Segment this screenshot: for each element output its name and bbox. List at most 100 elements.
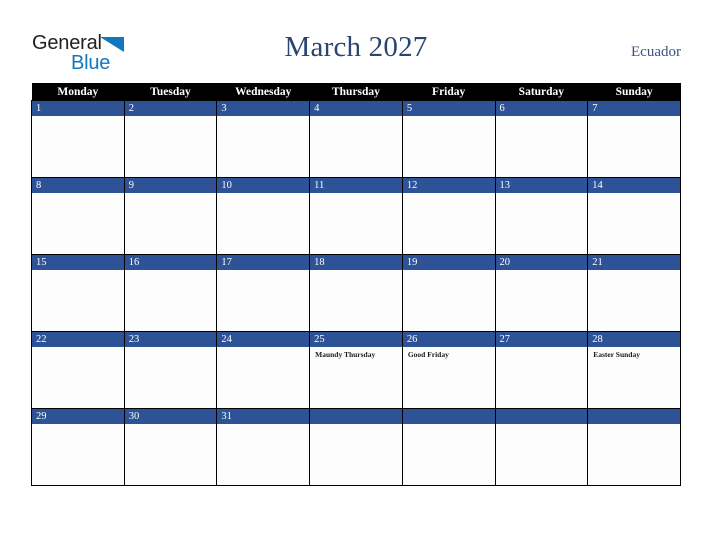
day-cell-content: 21 bbox=[588, 255, 680, 331]
day-number: 20 bbox=[495, 255, 588, 270]
day-number: 17 bbox=[217, 255, 310, 270]
day-number: 18 bbox=[310, 255, 402, 270]
day-cell-content bbox=[588, 409, 680, 485]
day-cell-content: 4 bbox=[310, 101, 402, 177]
calendar-week-row: 1234567 bbox=[31, 100, 681, 178]
calendar-day-cell[interactable]: 18 bbox=[309, 254, 403, 332]
day-cell-content: 22 bbox=[32, 332, 124, 408]
calendar-day-cell[interactable]: 22 bbox=[31, 331, 125, 409]
calendar-day-cell[interactable]: 9 bbox=[123, 177, 218, 255]
day-number: 6 bbox=[495, 101, 588, 116]
calendar-day-cell[interactable] bbox=[494, 408, 589, 486]
day-number: 13 bbox=[495, 178, 588, 193]
weekday-header-saturday: Saturday bbox=[495, 83, 588, 101]
weekday-header-wednesday: Wednesday bbox=[216, 83, 310, 101]
weekday-header-sunday: Sunday bbox=[587, 83, 681, 101]
day-cell-content: 9 bbox=[124, 178, 217, 254]
day-number: 22 bbox=[32, 332, 124, 347]
day-number: 16 bbox=[124, 255, 217, 270]
day-cell-content: 7 bbox=[588, 101, 680, 177]
calendar-day-cell[interactable]: 19 bbox=[401, 254, 496, 332]
calendar-day-cell[interactable]: 8 bbox=[31, 177, 125, 255]
day-cell-content bbox=[310, 409, 402, 485]
day-cell-content: 24 bbox=[217, 332, 310, 408]
calendar-day-cell[interactable]: 20 bbox=[494, 254, 589, 332]
calendar-day-cell[interactable]: 15 bbox=[31, 254, 125, 332]
calendar-day-cell[interactable]: 30 bbox=[123, 408, 218, 486]
calendar-page: General Blue March 2027 Ecuador Monday T… bbox=[0, 0, 712, 550]
calendar-day-cell[interactable]: 26 Good Friday bbox=[401, 331, 496, 409]
calendar-day-cell[interactable]: 4 bbox=[309, 100, 403, 178]
calendar-day-cell[interactable] bbox=[587, 408, 681, 486]
calendar-day-cell[interactable]: 31 bbox=[216, 408, 311, 486]
day-number: 14 bbox=[588, 178, 680, 193]
weekday-header-monday: Monday bbox=[31, 83, 125, 101]
day-cell-content: 17 bbox=[217, 255, 310, 331]
calendar-day-cell[interactable]: 13 bbox=[494, 177, 589, 255]
day-number: 21 bbox=[588, 255, 680, 270]
day-number bbox=[310, 409, 402, 424]
calendar-day-cell[interactable]: 11 bbox=[309, 177, 403, 255]
calendar-day-cell[interactable]: 21 bbox=[587, 254, 681, 332]
calendar-day-cell[interactable]: 29 bbox=[31, 408, 125, 486]
day-number: 15 bbox=[32, 255, 124, 270]
calendar-day-cell[interactable]: 10 bbox=[216, 177, 311, 255]
weekday-header-friday: Friday bbox=[402, 83, 496, 101]
day-number: 12 bbox=[402, 178, 495, 193]
day-number bbox=[402, 409, 495, 424]
calendar-week-row: 29 30 31 bbox=[31, 408, 681, 486]
day-cell-content: 13 bbox=[495, 178, 588, 254]
day-cell-content bbox=[495, 409, 588, 485]
calendar-day-cell[interactable] bbox=[309, 408, 403, 486]
day-number bbox=[588, 409, 680, 424]
calendar-day-cell[interactable]: 27 bbox=[494, 331, 589, 409]
day-number: 7 bbox=[588, 101, 680, 116]
day-number: 26 bbox=[402, 332, 495, 347]
day-cell-content: 26 Good Friday bbox=[402, 332, 495, 408]
day-cell-content bbox=[402, 409, 495, 485]
calendar-day-cell[interactable]: 5 bbox=[401, 100, 496, 178]
day-cell-content: 25 Maundy Thursday bbox=[310, 332, 402, 408]
calendar-day-cell[interactable]: 3 bbox=[216, 100, 311, 178]
day-events: Easter Sunday bbox=[588, 347, 680, 360]
country-label: Ecuador bbox=[631, 44, 681, 60]
calendar-body: 1 2 3 4 5 6 7 8 9 10 11 12 13 14 15 16 17 18 19 20 21 22 23 24 2… bbox=[31, 100, 681, 486]
day-number: 24 bbox=[217, 332, 310, 347]
day-number: 8 bbox=[32, 178, 124, 193]
day-events: Maundy Thursday bbox=[310, 347, 402, 360]
calendar-day-cell[interactable]: 24 bbox=[216, 331, 311, 409]
calendar-day-cell[interactable]: 23 bbox=[123, 331, 218, 409]
calendar-day-cell[interactable]: 25 Maundy Thursday bbox=[309, 331, 403, 409]
day-cell-content: 29 bbox=[32, 409, 124, 485]
calendar-day-cell[interactable]: 28 Easter Sunday bbox=[587, 331, 681, 409]
calendar-day-cell[interactable]: 16 bbox=[123, 254, 218, 332]
day-number: 25 bbox=[310, 332, 402, 347]
day-cell-content: 1 bbox=[32, 101, 124, 177]
day-cell-content: 18 bbox=[310, 255, 402, 331]
day-number: 29 bbox=[32, 409, 124, 424]
calendar-day-cell[interactable]: 14 bbox=[587, 177, 681, 255]
day-cell-content: 23 bbox=[124, 332, 217, 408]
calendar-day-cell[interactable]: 1 bbox=[31, 100, 125, 178]
calendar-week-row: 15 16 17 18 19 20 21 bbox=[31, 254, 681, 332]
calendar-day-cell[interactable]: 2 bbox=[123, 100, 218, 178]
day-number: 1 bbox=[32, 101, 124, 116]
calendar-day-cell[interactable]: 12 bbox=[401, 177, 496, 255]
calendar-day-cell[interactable]: 17 bbox=[216, 254, 311, 332]
calendar-day-cell[interactable] bbox=[401, 408, 496, 486]
calendar-day-cell[interactable]: 7 bbox=[587, 100, 681, 178]
day-number: 4 bbox=[310, 101, 402, 116]
day-cell-content: 31 bbox=[217, 409, 310, 485]
calendar-day-cell[interactable]: 6 bbox=[494, 100, 589, 178]
day-cell-content: 5 bbox=[402, 101, 495, 177]
day-number: 10 bbox=[217, 178, 310, 193]
day-cell-content: 11 bbox=[310, 178, 402, 254]
day-cell-content: 8 bbox=[32, 178, 124, 254]
calendar-grid: Monday Tuesday Wednesday Thursday Friday… bbox=[31, 83, 681, 486]
page-header: General Blue March 2027 Ecuador bbox=[0, 0, 712, 83]
day-cell-content: 16 bbox=[124, 255, 217, 331]
day-number: 19 bbox=[402, 255, 495, 270]
day-number: 31 bbox=[217, 409, 310, 424]
day-cell-content: 2 bbox=[124, 101, 217, 177]
day-number: 3 bbox=[217, 101, 310, 116]
